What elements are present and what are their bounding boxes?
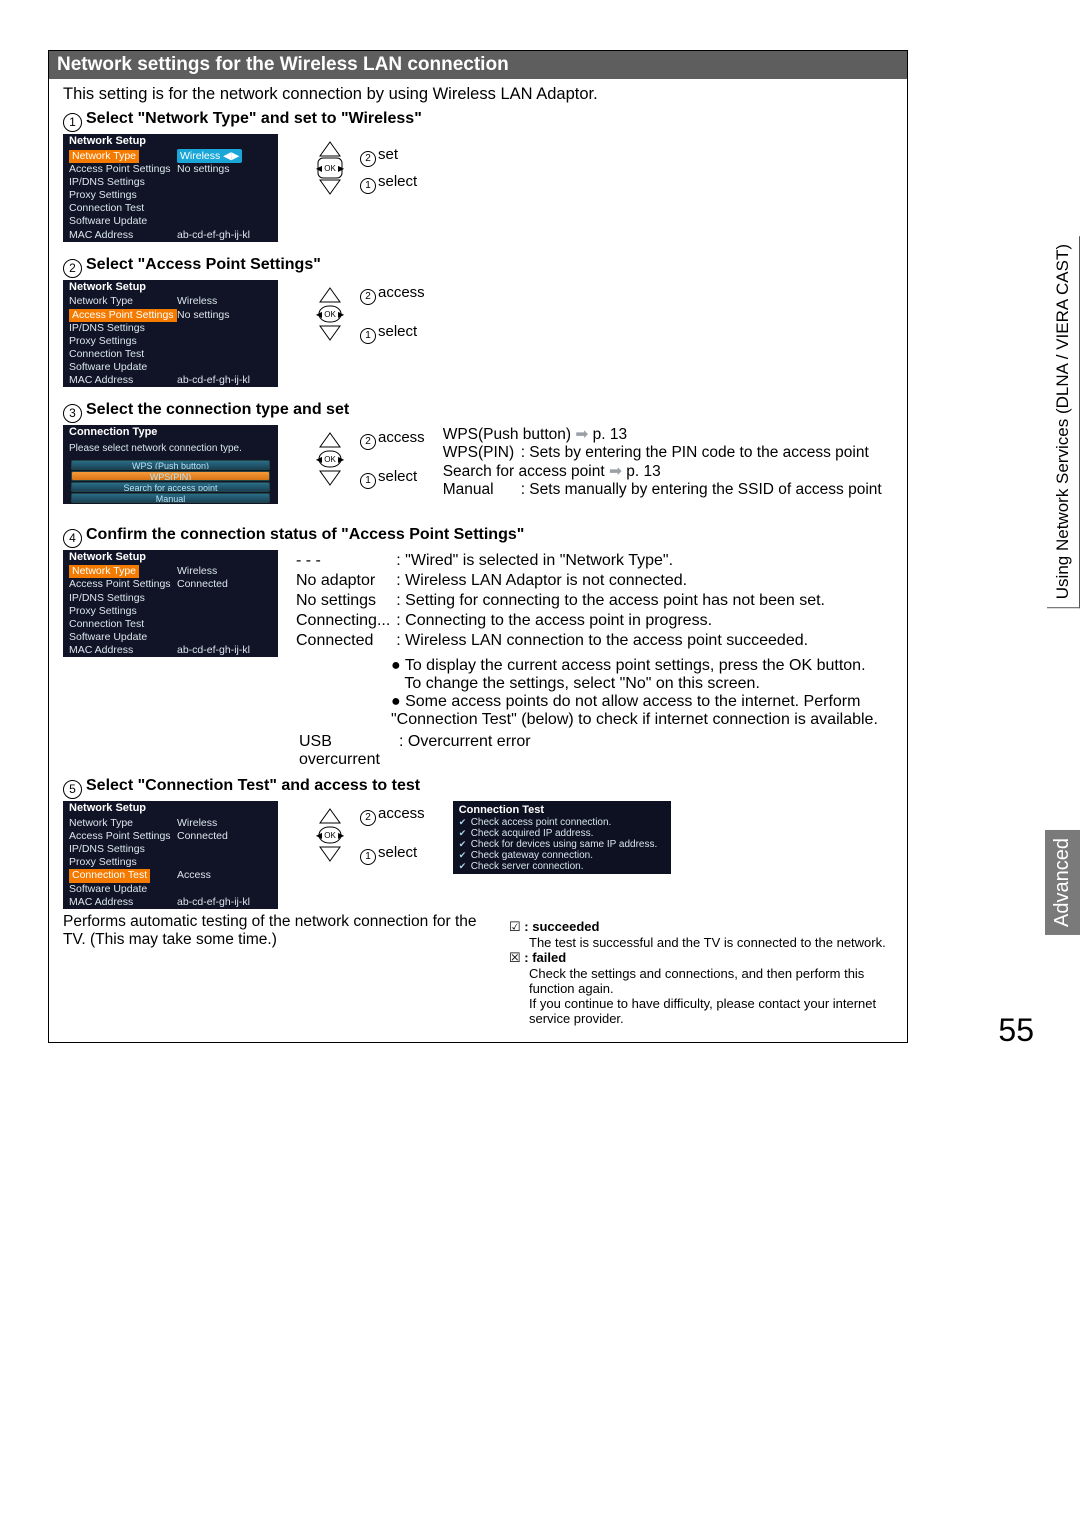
side-tab-advanced: Advanced — [1045, 830, 1080, 935]
dpad-icon-3: ◀ OK ▶ — [302, 431, 358, 487]
step3-explain: WPS(Push button) ➡ p. 13 WPS(PIN): Sets … — [443, 425, 882, 499]
dpad-select: select — [378, 173, 417, 190]
dpad-access: access — [378, 284, 425, 301]
page: Using Network Services (DLNA / VIERA CAS… — [0, 0, 1080, 1063]
dpad-icon-2: ◀ OK ▶ — [302, 286, 358, 342]
step4-bullets: ● To display the current access point se… — [391, 657, 893, 729]
network-setup-panel-5: Network SetupNetwork TypeWirelessAccess … — [63, 801, 278, 909]
check-icon: ☑ — [509, 919, 521, 934]
svg-text:◀ OK ▶: ◀ OK ▶ — [316, 310, 345, 319]
step4-heading: 4Confirm the connection status of "Acces… — [63, 526, 893, 548]
dpad-icon-5: ◀ OK ▶ — [302, 807, 358, 863]
svg-text:◀ OK ▶: ◀ OK ▶ — [316, 164, 345, 173]
network-setup-panel-2: Network SetupNetwork TypeWirelessAccess … — [63, 280, 278, 388]
usb-overcurrent: USB overcurrent: Overcurrent error — [295, 731, 893, 771]
connection-type-panel: Connection TypePlease select network con… — [63, 425, 278, 503]
dpad-access3: access — [378, 429, 425, 446]
step4-label: Confirm the connection status of "Access… — [86, 526, 524, 543]
step5-label: Select "Connection Test" and access to t… — [86, 777, 420, 794]
side-tab-services: Using Network Services (DLNA / VIERA CAS… — [1047, 236, 1080, 608]
step1-label: Select "Network Type" and set to "Wirele… — [86, 110, 422, 127]
network-setup-panel-1: Network SetupNetwork TypeWireless ◀▶Acce… — [63, 134, 278, 242]
dpad-select2: select — [378, 323, 417, 340]
dpad-labels-2: 2access 1select — [360, 284, 425, 344]
svg-text:◀ OK ▶: ◀ OK ▶ — [316, 455, 345, 464]
step2-label: Select "Access Point Settings" — [86, 256, 321, 273]
step2-heading: 2Select "Access Point Settings" — [63, 256, 893, 278]
svg-text:◀ OK ▶: ◀ OK ▶ — [316, 831, 345, 840]
section-title: Network settings for the Wireless LAN co… — [49, 51, 907, 79]
dpad-icon-1: ◀ OK ▶ — [302, 140, 358, 196]
dpad-labels-3: 2access 1select — [360, 429, 425, 489]
step3-heading: 3Select the connection type and set — [63, 401, 893, 423]
step3-label: Select the connection type and set — [86, 401, 349, 418]
dpad-set: set — [378, 146, 398, 163]
content-box: Network settings for the Wireless LAN co… — [48, 50, 908, 1043]
step1-heading: 1Select "Network Type" and set to "Wirel… — [63, 110, 893, 132]
cross-icon: ☒ — [509, 950, 521, 965]
legend: ☑ : succeeded The test is successful and… — [509, 919, 893, 1026]
network-setup-panel-4: Network SetupNetwork TypeWirelessAccess … — [63, 550, 278, 658]
step4-status: - - -: "Wired" is selected in "Network T… — [292, 550, 829, 652]
dpad-select3: select — [378, 468, 417, 485]
dpad-labels-1: 2set 1select — [360, 138, 417, 194]
connection-test-panel: Connection TestCheck access point connec… — [453, 801, 671, 874]
page-number: 55 — [998, 1012, 1034, 1049]
step5-heading: 5Select "Connection Test" and access to … — [63, 777, 893, 799]
perform-text: Performs automatic testing of the networ… — [63, 913, 495, 949]
dpad-labels-5: 2access 1select — [360, 805, 425, 865]
intro-text: This setting is for the network connecti… — [63, 85, 893, 104]
